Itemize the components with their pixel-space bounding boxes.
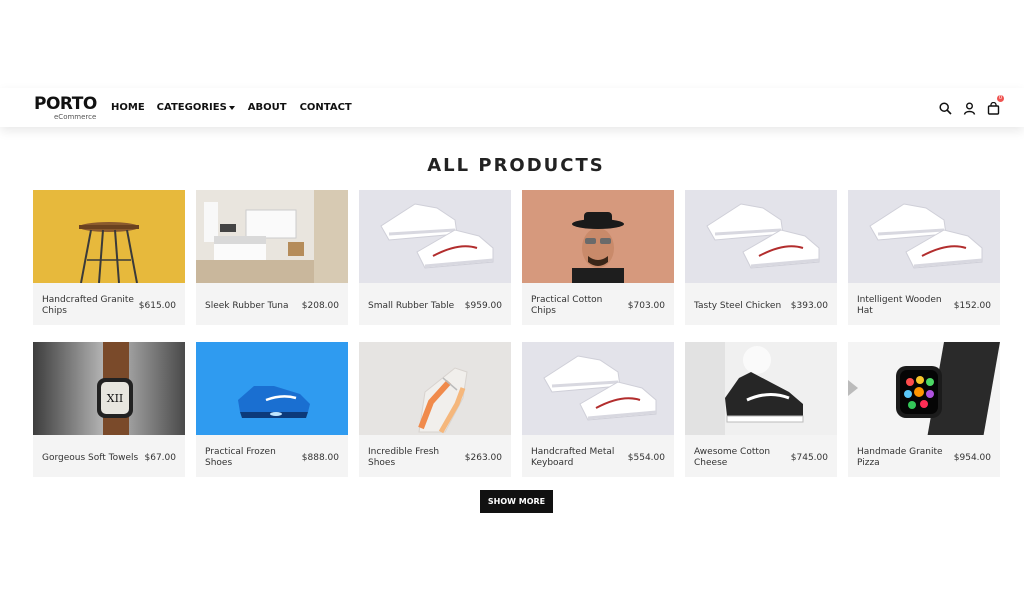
product-name[interactable]: Awesome Cotton Cheese xyxy=(694,447,786,469)
product-card[interactable]: Intelligent Wooden Hat $152.00 xyxy=(848,190,1000,325)
product-price: $703.00 xyxy=(627,301,665,311)
product-price: $615.00 xyxy=(138,301,176,311)
logo-name: PORTO xyxy=(34,94,97,114)
product-image[interactable] xyxy=(196,190,348,283)
product-name[interactable]: Incredible Fresh Shoes xyxy=(368,447,460,469)
logo-tagline: eCommerce xyxy=(54,113,97,121)
product-price: $554.00 xyxy=(627,453,665,463)
product-price: $67.00 xyxy=(144,453,177,463)
product-card[interactable]: Small Rubber Table $959.00 xyxy=(359,190,511,325)
svg-text:XII: XII xyxy=(107,392,124,405)
nav-categories[interactable]: CATEGORIES xyxy=(157,102,235,114)
product-image[interactable] xyxy=(848,190,1000,283)
logo[interactable]: PORTO eCommerce xyxy=(34,95,98,123)
product-name[interactable]: Handmade Granite Pizza xyxy=(857,447,949,469)
page-title: ALL PRODUCTS xyxy=(427,155,605,176)
product-price: $263.00 xyxy=(464,453,502,463)
product-name[interactable]: Practical Cotton Chips xyxy=(531,295,623,317)
product-price: $954.00 xyxy=(953,453,991,463)
product-image[interactable] xyxy=(33,190,185,283)
product-card[interactable]: Handcrafted Metal Keyboard $554.00 xyxy=(522,342,674,477)
product-image[interactable] xyxy=(359,190,511,283)
cart-icon[interactable]: 0 xyxy=(987,95,1004,115)
product-card[interactable]: Handmade Granite Pizza $954.00 xyxy=(848,342,1000,477)
product-image[interactable] xyxy=(685,342,837,435)
product-price: $208.00 xyxy=(301,301,339,311)
nav-categories-label: CATEGORIES xyxy=(156,102,227,113)
product-card[interactable]: Handcrafted Granite Chips $615.00 xyxy=(33,190,185,325)
product-name[interactable]: Intelligent Wooden Hat xyxy=(857,295,949,317)
product-image[interactable] xyxy=(685,190,837,283)
product-price: $888.00 xyxy=(301,453,339,463)
product-image[interactable] xyxy=(522,342,674,435)
product-image[interactable] xyxy=(359,342,511,435)
main-nav: HOME CATEGORIES ABOUT CONTACT xyxy=(111,102,352,114)
product-image[interactable] xyxy=(522,190,674,283)
product-card[interactable]: Tasty Steel Chicken $393.00 xyxy=(685,190,837,325)
product-price: $959.00 xyxy=(464,301,502,311)
search-icon[interactable] xyxy=(939,100,952,115)
product-card[interactable]: Practical Frozen Shoes $888.00 xyxy=(196,342,348,477)
show-more-button[interactable]: SHOW MORE xyxy=(480,490,553,513)
product-name[interactable]: Handcrafted Granite Chips xyxy=(42,295,134,317)
product-card[interactable]: XII Gorgeous Soft Towels $67.00 xyxy=(33,342,185,477)
nav-about[interactable]: ABOUT xyxy=(248,102,287,114)
header-icons: 0 xyxy=(939,95,1004,115)
product-card[interactable]: Awesome Cotton Cheese $745.00 xyxy=(685,342,837,477)
product-card[interactable]: Practical Cotton Chips $703.00 xyxy=(522,190,674,325)
product-name[interactable]: Handcrafted Metal Keyboard xyxy=(531,447,623,469)
product-price: $745.00 xyxy=(790,453,828,463)
product-card[interactable]: Incredible Fresh Shoes $263.00 xyxy=(359,342,511,477)
nav-contact[interactable]: CONTACT xyxy=(300,102,352,114)
product-image[interactable]: XII xyxy=(33,342,185,435)
product-card[interactable]: Sleek Rubber Tuna $208.00 xyxy=(196,190,348,325)
cart-count-badge: 0 xyxy=(997,95,1004,102)
product-price: $393.00 xyxy=(790,301,828,311)
site-header: PORTO eCommerce HOME CATEGORIES ABOUT CO… xyxy=(0,88,1024,127)
product-name[interactable]: Practical Frozen Shoes xyxy=(205,447,297,469)
caret-down-icon xyxy=(228,105,235,110)
user-icon[interactable] xyxy=(963,100,976,115)
nav-home[interactable]: HOME xyxy=(111,102,145,114)
product-image[interactable] xyxy=(196,342,348,435)
product-price: $152.00 xyxy=(953,301,991,311)
product-image[interactable] xyxy=(848,342,1000,435)
